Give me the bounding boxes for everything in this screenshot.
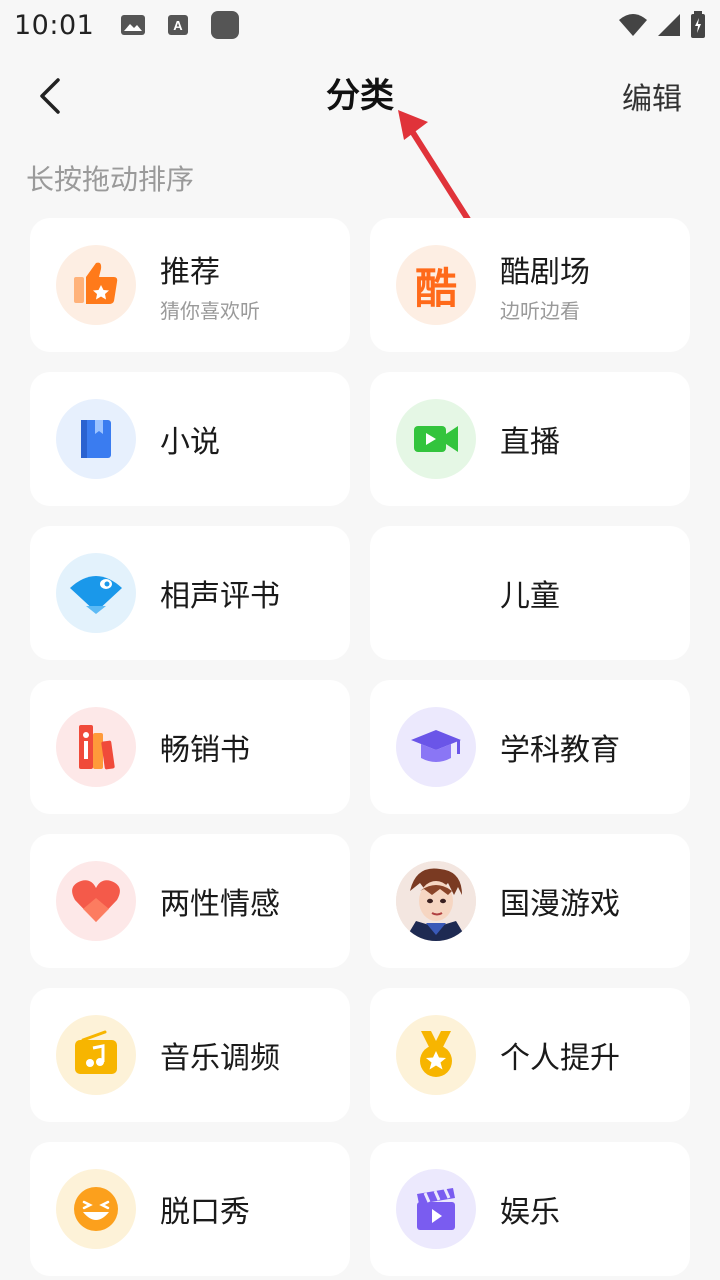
category-title: 小说: [160, 425, 220, 460]
category-title: 直播: [500, 425, 560, 460]
category-title: 音乐调频: [160, 1041, 280, 1076]
laughing-face-icon: [56, 1169, 136, 1249]
category-card-entertainment[interactable]: 娱乐: [370, 1142, 690, 1276]
category-title: 脱口秀: [160, 1195, 250, 1230]
battery-icon: [691, 11, 705, 38]
category-title: 酷剧场: [500, 254, 590, 290]
status-time: 10:01: [14, 9, 95, 41]
category-grid: 推荐 猜你喜欢听 酷 酷剧场 边听边看 小说 直播 相声评书 儿童 畅销书 学科…: [30, 218, 690, 1276]
clapperboard-icon: [396, 1169, 476, 1249]
nav-header: 分类 编辑: [0, 56, 720, 132]
category-subtitle: 猜你喜欢听: [160, 298, 260, 323]
category-subtitle: 边听边看: [500, 298, 580, 323]
category-card-education[interactable]: 学科教育: [370, 680, 690, 814]
book-icon: [56, 399, 136, 479]
wifi-icon: [619, 14, 647, 36]
category-title: 娱乐: [500, 1195, 560, 1230]
text-recognition-icon: A: [168, 15, 189, 35]
category-title: 两性情感: [160, 887, 280, 922]
category-title: 儿童: [500, 579, 560, 614]
category-card-music-fm[interactable]: 音乐调频: [30, 988, 350, 1122]
gallery-icon: [121, 15, 146, 35]
category-title: 学科教育: [500, 733, 620, 768]
app-square-icon: [211, 11, 240, 39]
category-title: 国漫游戏: [500, 887, 620, 922]
svg-text:A: A: [174, 18, 184, 33]
fan-icon: [56, 553, 136, 633]
category-title: 推荐: [160, 254, 220, 290]
thumbs-up-star-icon: [56, 245, 136, 325]
music-radio-icon: [56, 1015, 136, 1095]
bestseller-books-icon: [56, 707, 136, 787]
sort-hint: 长按拖动排序: [26, 163, 195, 196]
ku-glyph: 酷: [414, 263, 457, 313]
video-camera-icon: [396, 399, 476, 479]
anime-character-icon: [396, 861, 476, 941]
category-card-ku-theater[interactable]: 酷 酷剧场 边听边看: [370, 218, 690, 352]
category-card-crosstalk[interactable]: 相声评书: [30, 526, 350, 660]
ku-theater-icon: 酷: [396, 245, 476, 325]
category-title: 个人提升: [500, 1041, 620, 1076]
graduation-cap-icon: [396, 707, 476, 787]
category-card-recommend[interactable]: 推荐 猜你喜欢听: [30, 218, 350, 352]
edit-button[interactable]: 编辑: [622, 74, 682, 118]
category-card-relationship[interactable]: 两性情感: [30, 834, 350, 968]
category-card-bestseller[interactable]: 畅销书: [30, 680, 350, 814]
category-card-self-improvement[interactable]: 个人提升: [370, 988, 690, 1122]
status-bar: 10:01 A: [0, 0, 720, 50]
category-title: 相声评书: [160, 579, 280, 614]
medal-icon: [396, 1015, 476, 1095]
category-card-novel[interactable]: 小说: [30, 372, 350, 506]
category-card-anime-games[interactable]: 国漫游戏: [370, 834, 690, 968]
signal-icon: [658, 14, 680, 36]
category-card-live[interactable]: 直播: [370, 372, 690, 506]
category-card-talk-show[interactable]: 脱口秀: [30, 1142, 350, 1276]
category-card-children[interactable]: 儿童: [370, 526, 690, 660]
heart-icon: [56, 861, 136, 941]
page-title: 分类: [326, 76, 394, 116]
category-title: 畅销书: [160, 733, 250, 768]
